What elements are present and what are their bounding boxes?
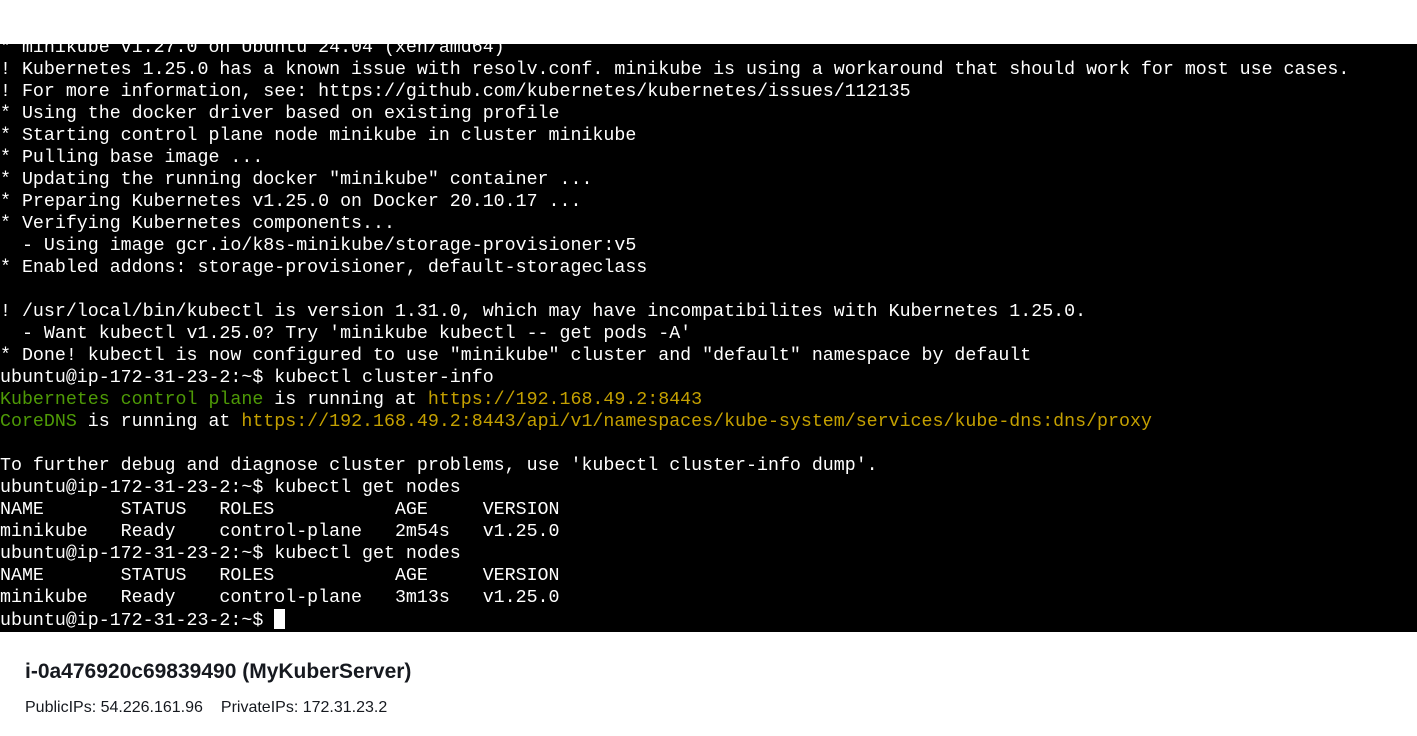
terminal-text: * Preparing Kubernetes v1.25.0 on Docker… — [0, 192, 582, 212]
terminal-segment: https://192.168.49.2:8443 — [427, 390, 703, 410]
terminal-line: minikube Ready control-plane 2m54s v1.25… — [0, 521, 1349, 543]
terminal-text: ! /usr/local/bin/kubectl is version 1.31… — [0, 302, 1087, 322]
terminal-text: * Verifying Kubernetes components... — [0, 214, 395, 234]
terminal-line: ubuntu@ip-172-31-23-2:~$ — [0, 609, 1349, 631]
terminal-text: * Updating the running docker "minikube"… — [0, 170, 593, 190]
terminal-line: * Enabled addons: storage-provisioner, d… — [0, 257, 1349, 279]
terminal-text: ubuntu@ip-172-31-23-2:~$ — [0, 611, 275, 631]
terminal-output: * minikube v1.27.0 on Ubuntu 24.04 (xen/… — [0, 44, 1349, 631]
terminal-text: * Using the docker driver based on exist… — [0, 104, 560, 124]
terminal-line: minikube Ready control-plane 3m13s v1.25… — [0, 587, 1349, 609]
terminal-line: ubuntu@ip-172-31-23-2:~$ kubectl cluster… — [0, 367, 1349, 389]
terminal-text: ubuntu@ip-172-31-23-2:~$ kubectl get nod… — [0, 478, 461, 498]
terminal-text: ubuntu@ip-172-31-23-2:~$ kubectl get nod… — [0, 544, 461, 564]
terminal-text: NAME STATUS ROLES AGE VERSION — [0, 500, 560, 520]
terminal-text: * Pulling base image ... — [0, 148, 264, 168]
terminal-line: * minikube v1.27.0 on Ubuntu 24.04 (xen/… — [0, 44, 1349, 59]
ip-row: PublicIPs: 54.226.161.96 PrivateIPs: 172.… — [25, 699, 387, 717]
terminal-text: * Starting control plane node minikube i… — [0, 126, 637, 146]
terminal-line: * Updating the running docker "minikube"… — [0, 169, 1349, 191]
terminal-line: ! For more information, see: https://git… — [0, 81, 1349, 103]
terminal-line: * Starting control plane node minikube i… — [0, 125, 1349, 147]
terminal-line: Kubernetes control plane is running at h… — [0, 389, 1349, 411]
instance-title: i-0a476920c69839490 (MyKuberServer) — [25, 660, 412, 683]
terminal-line: ubuntu@ip-172-31-23-2:~$ kubectl get nod… — [0, 477, 1349, 499]
terminal-text: * Done! kubectl is now configured to use… — [0, 346, 1032, 366]
terminal-text: ! For more information, see: https://git… — [0, 82, 911, 102]
terminal-text: - Want kubectl v1.25.0? Try 'minikube ku… — [0, 324, 692, 344]
terminal-segment: is running at — [263, 390, 428, 410]
terminal-line: * Done! kubectl is now configured to use… — [0, 345, 1349, 367]
terminal-line: ! /usr/local/bin/kubectl is version 1.31… — [0, 301, 1349, 323]
instance-info-panel: i-0a476920c69839490 (MyKuberServer) Publ… — [0, 632, 1417, 736]
terminal-line: CoreDNS is running at https://192.168.49… — [0, 411, 1349, 433]
terminal-text: To further debug and diagnose cluster pr… — [0, 456, 878, 476]
terminal-text: ! Kubernetes 1.25.0 has a known issue wi… — [0, 60, 1350, 80]
terminal-line: NAME STATUS ROLES AGE VERSION — [0, 565, 1349, 587]
terminal-window[interactable]: * minikube v1.27.0 on Ubuntu 24.04 (xen/… — [0, 44, 1417, 632]
terminal-line: - Want kubectl v1.25.0? Try 'minikube ku… — [0, 323, 1349, 345]
terminal-line: ubuntu@ip-172-31-23-2:~$ kubectl get nod… — [0, 543, 1349, 565]
terminal-text: minikube Ready control-plane 3m13s v1.25… — [0, 588, 560, 608]
terminal-line: * Verifying Kubernetes components... — [0, 213, 1349, 235]
terminal-segment: CoreDNS — [0, 412, 77, 432]
top-bar — [0, 0, 1417, 44]
terminal-text: minikube Ready control-plane 2m54s v1.25… — [0, 522, 560, 542]
terminal-cursor[interactable] — [274, 609, 286, 629]
terminal-text: ubuntu@ip-172-31-23-2:~$ kubectl cluster… — [0, 368, 494, 388]
terminal-text: NAME STATUS ROLES AGE VERSION — [0, 566, 560, 586]
public-ips: PublicIPs: 54.226.161.96 — [25, 699, 203, 716]
terminal-segment: Kubernetes control plane — [0, 390, 264, 410]
terminal-line: NAME STATUS ROLES AGE VERSION — [0, 499, 1349, 521]
terminal-segment: is running at — [76, 412, 242, 432]
terminal-line: * Using the docker driver based on exist… — [0, 103, 1349, 125]
terminal-text: * Enabled addons: storage-provisioner, d… — [0, 258, 648, 278]
terminal-line: To further debug and diagnose cluster pr… — [0, 455, 1349, 477]
terminal-segment: https://192.168.49.2:8443/api/v1/namespa… — [241, 412, 1152, 432]
private-ips: PrivateIPs: 172.31.23.2 — [220, 699, 388, 716]
terminal-line: * Pulling base image ... — [0, 147, 1349, 169]
terminal-line: - Using image gcr.io/k8s-minikube/storag… — [0, 235, 1349, 257]
terminal-text: * minikube v1.27.0 on Ubuntu 24.04 (xen/… — [0, 44, 505, 58]
terminal-line: * Preparing Kubernetes v1.25.0 on Docker… — [0, 191, 1349, 213]
terminal-text: - Using image gcr.io/k8s-minikube/storag… — [0, 236, 637, 256]
terminal-line: ! Kubernetes 1.25.0 has a known issue wi… — [0, 59, 1349, 81]
